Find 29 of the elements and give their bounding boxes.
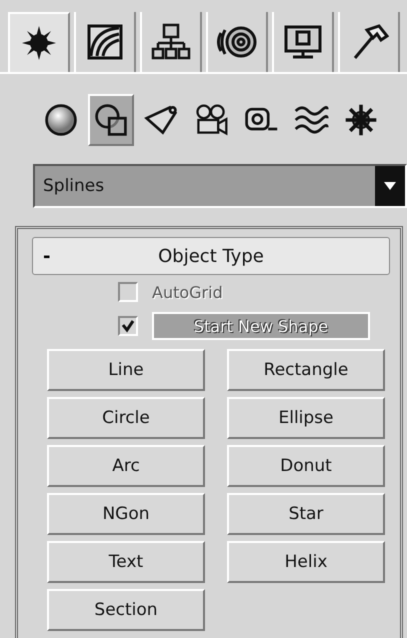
shape-button[interactable]: Text [47,541,205,583]
panel-tab[interactable] [140,12,202,72]
shape-button[interactable]: Line [47,349,205,391]
curve-icon [85,22,125,62]
shape-button[interactable]: Arc [47,445,205,487]
checkbox-label: AutoGrid [152,282,223,302]
shape-button[interactable]: Rectangle [227,349,385,391]
sphere-icon [43,102,79,138]
shapes-icon [93,102,129,138]
shape-button[interactable]: Star [227,493,385,535]
rollout-header[interactable]: - Object Type [32,237,390,275]
shape-button[interactable]: Circle [47,397,205,439]
panel-tab[interactable] [272,12,334,72]
checkbox[interactable] [118,316,138,336]
panel-tab[interactable] [206,12,268,72]
shape-button[interactable]: Donut [227,445,385,487]
category-dropdown[interactable]: Splines [33,164,407,208]
shape-button[interactable]: Ellipse [227,397,385,439]
hierarchy-icon [151,22,191,62]
rollout-title: Object Type [158,246,264,266]
dropdown-arrow-icon [383,181,397,191]
check-icon [121,319,135,333]
panel-tab[interactable] [74,12,136,72]
collapse-sign: - [43,246,50,266]
shape-button[interactable]: Section [47,589,205,631]
shape-button[interactable]: NGon [47,493,205,535]
category-button[interactable] [88,94,134,146]
shape-button[interactable]: Helix [227,541,385,583]
panel-tab[interactable] [338,12,400,72]
